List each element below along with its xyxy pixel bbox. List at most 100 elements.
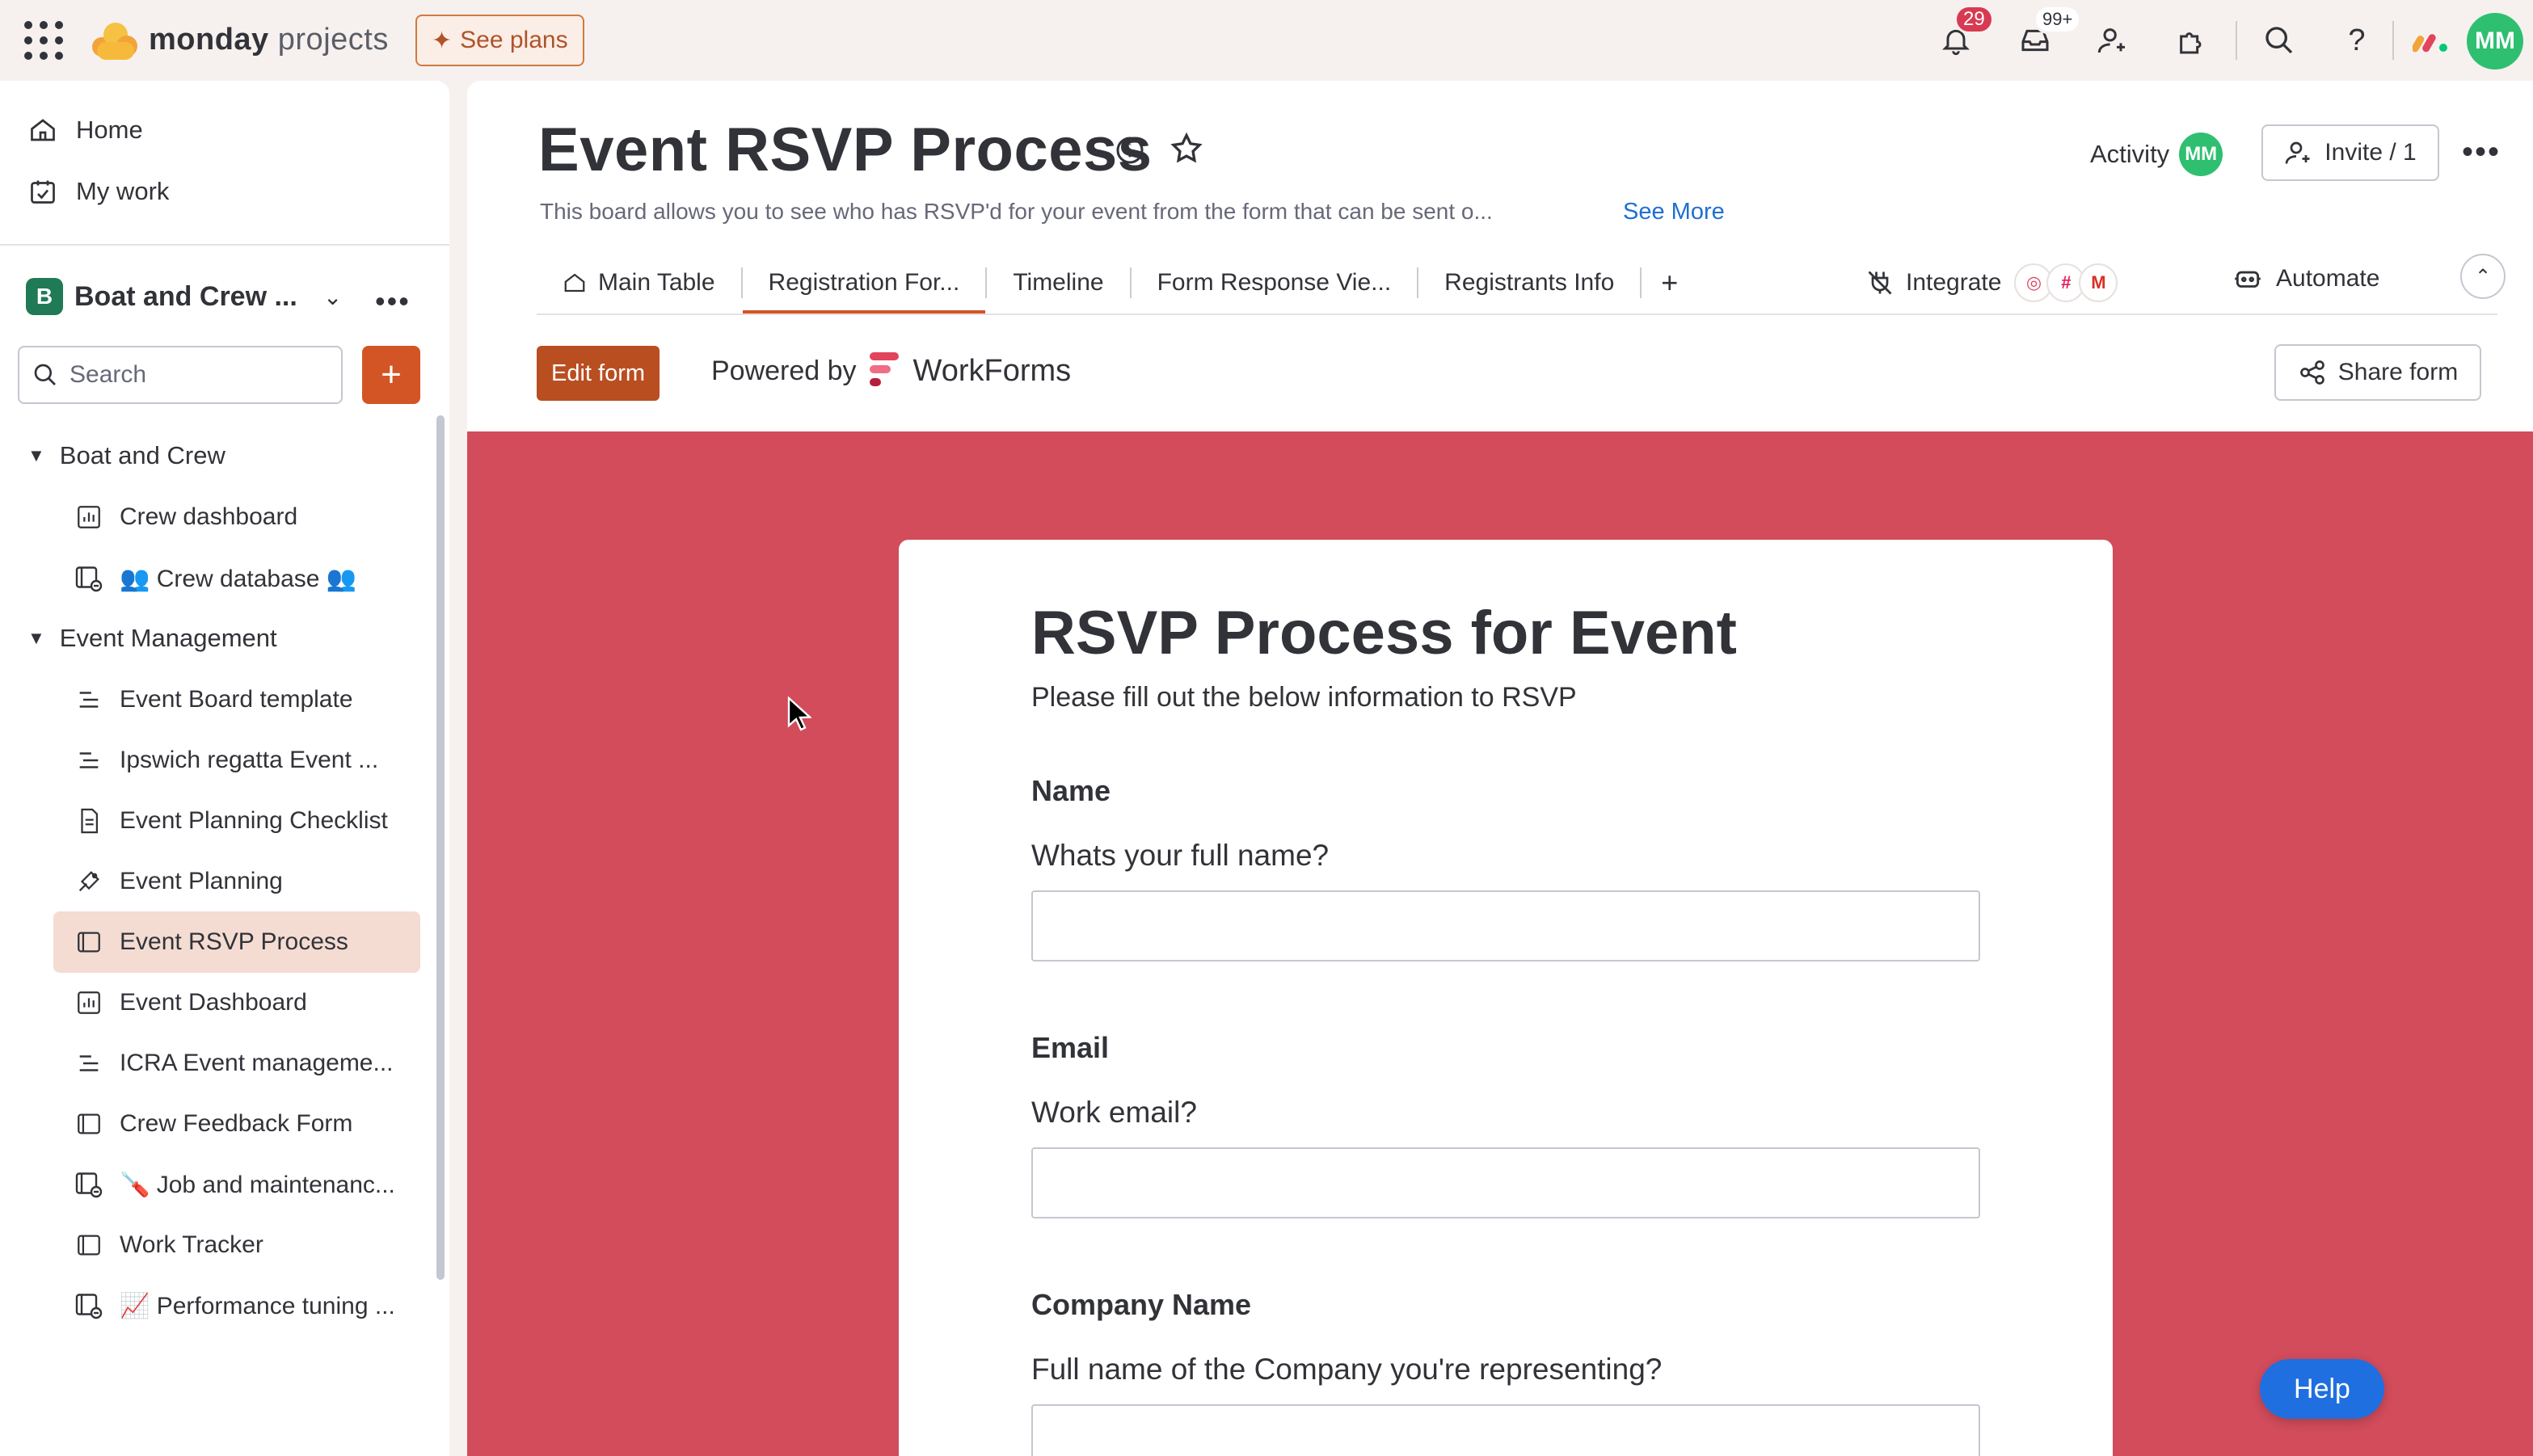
tab-main-table[interactable]: Main Table bbox=[537, 252, 741, 314]
monday-logo[interactable]: monday projects bbox=[92, 18, 389, 61]
add-view-button[interactable]: + bbox=[1642, 252, 1697, 314]
share-form-button[interactable]: Share form bbox=[2274, 344, 2481, 401]
sidebar-item-label: Event Planning bbox=[120, 868, 283, 894]
mouse-cursor-icon bbox=[787, 696, 811, 731]
sidebar-item-event-rsvp-process[interactable]: Event RSVP Process bbox=[53, 911, 420, 973]
form-subtitle: Please fill out the below information to… bbox=[1031, 682, 1577, 713]
workspace-badge: B bbox=[26, 278, 63, 315]
dashboard-icon bbox=[73, 501, 105, 533]
sidebar-item-label: 📈 Performance tuning ... bbox=[120, 1292, 395, 1319]
apps-grid-icon[interactable] bbox=[24, 21, 63, 60]
sidebar-item-label: ICRA Event manageme... bbox=[120, 1050, 394, 1076]
help-icon: ? bbox=[2348, 23, 2366, 57]
edit-form-button[interactable]: Edit form bbox=[537, 346, 660, 401]
sidebar-item-label: Crew dashboard bbox=[120, 503, 298, 530]
sidebar-item-icra-event-management[interactable]: ICRA Event manageme... bbox=[53, 1033, 420, 1094]
search-icon bbox=[34, 364, 56, 385]
automate-button[interactable]: Automate bbox=[2232, 263, 2379, 294]
invite-button[interactable]: Invite / 1 bbox=[2261, 124, 2439, 181]
chevron-up-icon: ⌃ bbox=[2474, 265, 2492, 288]
notifications-button[interactable]: 29 bbox=[1933, 5, 1994, 63]
user-avatar[interactable]: MM bbox=[2467, 13, 2523, 69]
sidebar-item-work-tracker[interactable]: Work Tracker bbox=[53, 1214, 420, 1276]
workforms-label: WorkForms bbox=[912, 353, 1072, 388]
help-chat-button[interactable]: Help bbox=[2260, 1359, 2384, 1419]
invite-label: Invite / 1 bbox=[2324, 139, 2417, 166]
board-title[interactable]: Event RSVP Process bbox=[538, 115, 1153, 185]
sidebar-item-event-board-template[interactable]: Event Board template bbox=[53, 669, 420, 730]
sidebar-item-label: Event Planning Checklist bbox=[120, 807, 388, 834]
sidebar-item-event-dashboard[interactable]: Event Dashboard bbox=[53, 972, 420, 1033]
sidebar-item-crew-dashboard[interactable]: Crew dashboard bbox=[53, 486, 420, 548]
sidebar-item-ipswich-regatta[interactable]: Ipswich regatta Event ... bbox=[53, 730, 420, 791]
activity-button[interactable]: Activity MM bbox=[2090, 133, 2223, 176]
sidebar-home[interactable]: Home bbox=[27, 115, 143, 145]
question-label-name: Name bbox=[1031, 774, 1111, 807]
search-button[interactable] bbox=[2257, 18, 2302, 63]
doc-icon bbox=[73, 805, 105, 837]
sidebar-item-event-planning[interactable]: Event Planning bbox=[53, 851, 420, 912]
integrate-button[interactable]: Integrate ◎ # M bbox=[1865, 263, 2118, 302]
board-more-icon[interactable]: ••• bbox=[2462, 134, 2501, 170]
robot-icon bbox=[2235, 271, 2261, 288]
sidebar-scrollbar[interactable] bbox=[436, 415, 445, 1280]
inbox-badge: 99+ bbox=[2034, 5, 2082, 34]
monday-logo-icon bbox=[92, 18, 137, 61]
search-icon bbox=[2265, 27, 2293, 54]
sidebar-item-crew-database[interactable]: 👥 Crew database 👥 bbox=[53, 548, 420, 609]
star-icon[interactable] bbox=[1169, 131, 1204, 170]
folder-boat-and-crew[interactable]: ▼ Boat and Crew bbox=[27, 441, 225, 470]
sidebar-my-work[interactable]: My work bbox=[27, 176, 169, 207]
invite-members-button[interactable] bbox=[2090, 18, 2135, 63]
company-name-input[interactable] bbox=[1031, 1404, 1980, 1456]
sidebar-item-performance-tuning[interactable]: 📈 Performance tuning ... bbox=[53, 1275, 420, 1336]
sidebar-divider bbox=[0, 244, 449, 246]
topbar-divider bbox=[2236, 21, 2237, 60]
inbox-button[interactable]: 99+ bbox=[2012, 5, 2082, 63]
sidebar-item-label: Event Dashboard bbox=[120, 989, 307, 1016]
tab-registrants-info[interactable]: Registrants Info bbox=[1418, 252, 1640, 314]
sidebar-item-label: Event Board template bbox=[120, 686, 353, 713]
sidebar-item-job-and-maintenance[interactable]: 🪛 Job and maintenanc... bbox=[53, 1154, 420, 1215]
email-input[interactable] bbox=[1031, 1147, 1980, 1218]
plug-icon bbox=[1868, 271, 1892, 295]
tabs-divider bbox=[537, 314, 2497, 315]
folder-label: Boat and Crew bbox=[59, 441, 225, 469]
folder-label: Event Management bbox=[59, 624, 277, 652]
tab-timeline[interactable]: Timeline bbox=[987, 252, 1129, 314]
apps-marketplace-button[interactable] bbox=[2169, 18, 2215, 63]
workspace-selector[interactable]: B Boat and Crew ... ⌄ bbox=[26, 278, 342, 315]
tab-label: Registrants Info bbox=[1444, 269, 1615, 296]
caret-down-icon: ▼ bbox=[27, 445, 45, 465]
folder-event-management[interactable]: ▼ Event Management bbox=[27, 624, 277, 653]
main-content: Event RSVP Process Activity MM Invite / … bbox=[467, 81, 2533, 1456]
tab-form-response-view[interactable]: Form Response Vie... bbox=[1132, 252, 1418, 314]
board-list-icon bbox=[73, 684, 105, 716]
see-more-link[interactable]: See More bbox=[1623, 199, 1725, 225]
powered-by-label: Powered by bbox=[711, 355, 857, 386]
dashboard-icon bbox=[73, 987, 105, 1019]
board-description: This board allows you to see who has RSV… bbox=[540, 199, 1493, 224]
info-icon[interactable] bbox=[1114, 134, 1146, 170]
search-placeholder: Search bbox=[70, 361, 147, 388]
top-bar: monday projects ✦ See plans 29 99+ ? MM bbox=[0, 0, 2533, 81]
workspace-more-icon[interactable]: ••• bbox=[375, 284, 411, 318]
form-title: RSVP Process for Event bbox=[1031, 599, 1737, 667]
help-button[interactable]: ? bbox=[2334, 18, 2379, 63]
see-plans-button[interactable]: ✦ See plans bbox=[415, 15, 584, 66]
monday-products-button[interactable] bbox=[2409, 18, 2454, 63]
sidebar-item-label: Crew Feedback Form bbox=[120, 1110, 353, 1137]
collapse-header-button[interactable]: ⌃ bbox=[2460, 254, 2506, 299]
caret-down-icon: ▼ bbox=[27, 628, 45, 648]
sidebar-item-event-planning-checklist[interactable]: Event Planning Checklist bbox=[53, 790, 420, 852]
tab-registration-form[interactable]: Registration For... bbox=[742, 252, 986, 314]
name-input[interactable] bbox=[1031, 890, 1980, 962]
sidebar-item-label: 🪛 Job and maintenanc... bbox=[120, 1171, 395, 1198]
invite-user-icon bbox=[2097, 28, 2125, 53]
question-text-email: Work email? bbox=[1031, 1096, 1197, 1129]
sidebar-search-input[interactable]: Search bbox=[18, 346, 343, 404]
sidebar-item-crew-feedback-form[interactable]: Crew Feedback Form bbox=[53, 1093, 420, 1155]
tab-label: Form Response Vie... bbox=[1157, 269, 1392, 296]
topbar-divider bbox=[2392, 21, 2394, 60]
add-item-button[interactable]: + bbox=[362, 346, 420, 404]
